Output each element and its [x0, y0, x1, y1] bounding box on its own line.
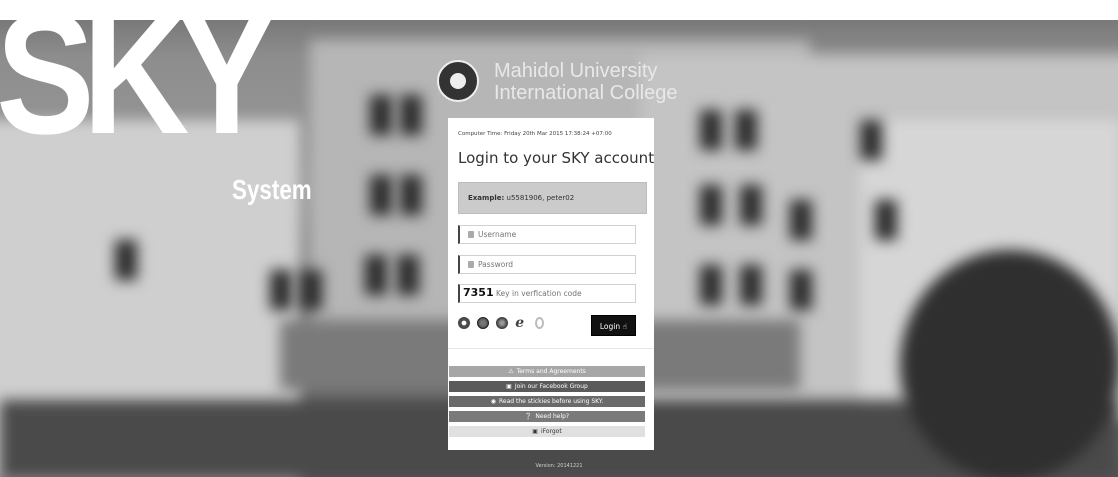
university-seal-icon — [437, 60, 479, 102]
login-card: Computer Time: Friday 20th Mar 2015 17:3… — [448, 118, 654, 450]
system-subtitle: System — [232, 174, 312, 205]
help-link[interactable]: ❔ Need help? — [449, 411, 645, 422]
password-input[interactable] — [478, 258, 628, 271]
login-button[interactable]: Login ☝ — [591, 315, 636, 336]
stickies-link[interactable]: ◉ Read the stickies before using SKY. — [449, 396, 645, 407]
verification-input[interactable] — [496, 287, 646, 300]
chrome-icon — [458, 317, 470, 329]
login-button-label: Login — [599, 322, 621, 331]
safari-icon — [477, 317, 490, 329]
supported-browsers: e — [458, 315, 546, 331]
forgot-link[interactable]: ▣ iForgot — [449, 426, 645, 437]
question-icon: ❔ — [524, 413, 533, 420]
facebook-icon: ▣ — [506, 383, 512, 390]
example-label: Example: — [468, 194, 505, 202]
username-field[interactable] — [458, 225, 636, 244]
divider — [448, 348, 654, 349]
facebook-label: Join our Facebook Group — [514, 383, 588, 390]
example-box: Example: u5581906, peter02 — [458, 182, 647, 214]
example-value: u5581906, peter02 — [506, 194, 575, 202]
verification-field[interactable]: 7351 — [458, 284, 646, 303]
warning-icon: ⚠ — [508, 368, 514, 375]
institution-name-line2: International College — [494, 82, 678, 104]
lock-icon — [468, 261, 474, 268]
facebook-group-link[interactable]: ▣ Join our Facebook Group — [449, 381, 645, 392]
firefox-icon — [496, 317, 509, 329]
terms-label: Terms and Agreements — [516, 368, 586, 375]
help-label: Need help? — [535, 413, 570, 420]
login-title: Login to your SKY account — [458, 149, 655, 167]
user-icon — [468, 231, 474, 238]
forgot-label: iForgot — [540, 428, 562, 435]
version-text: Version: 20141221 — [535, 463, 583, 469]
lock-icon: ▣ — [532, 428, 538, 435]
institution-name-line1: Mahidol University — [494, 60, 658, 82]
ie-icon: e — [515, 315, 525, 331]
verification-code: 7351 — [463, 286, 494, 299]
username-input[interactable] — [478, 228, 628, 241]
sky-wordmark: SKY — [0, 0, 276, 170]
opera-icon — [535, 317, 545, 329]
password-field[interactable] — [458, 255, 636, 274]
terms-link[interactable]: ⚠ Terms and Agreements — [449, 366, 645, 377]
eye-icon: ◉ — [490, 398, 496, 405]
computer-time: Computer Time: Friday 20th Mar 2015 17:3… — [458, 131, 612, 137]
pointer-hand-icon: ☝ — [622, 322, 628, 331]
stickies-label: Read the stickies before using SKY. — [498, 398, 604, 405]
